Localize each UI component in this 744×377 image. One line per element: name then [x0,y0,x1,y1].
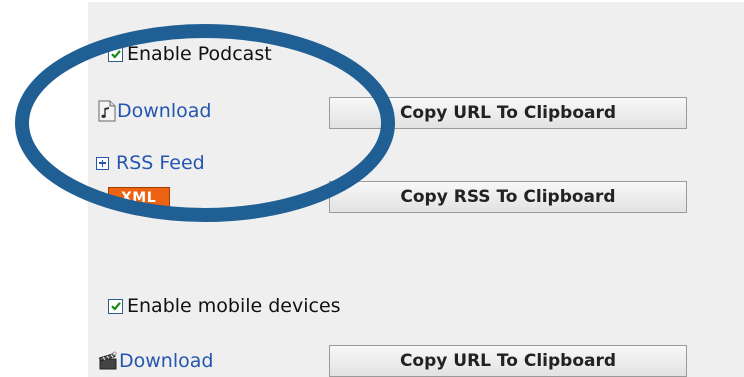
checkmark-icon [110,50,121,59]
podcast-download-link[interactable]: Download [117,100,211,122]
mobile-copy-url-button[interactable]: Copy URL To Clipboard [329,345,687,377]
enable-podcast-checkbox[interactable] [108,46,123,62]
rss-feed-row[interactable]: RSS Feed [96,152,205,174]
mobile-download-row[interactable]: Download [98,350,213,372]
podcast-download-row[interactable]: Download [98,100,211,122]
xml-feed-badge[interactable]: XML [108,187,170,208]
xml-badge-label: XML [121,189,157,206]
enable-podcast-row[interactable]: Enable Podcast [108,43,272,65]
panel-top-divider [88,0,744,2]
rss-feed-link[interactable]: RSS Feed [116,152,205,174]
checkmark-icon [110,302,121,311]
audio-file-icon [98,100,116,122]
copy-rss-button[interactable]: Copy RSS To Clipboard [329,181,687,213]
video-clapper-icon [98,351,117,370]
mobile-download-link[interactable]: Download [119,350,213,372]
enable-mobile-label: Enable mobile devices [127,295,341,317]
enable-mobile-row[interactable]: Enable mobile devices [108,295,341,317]
copy-url-button[interactable]: Copy URL To Clipboard [329,97,687,129]
expand-plus-icon[interactable] [96,156,109,170]
enable-podcast-label: Enable Podcast [127,43,272,65]
enable-mobile-checkbox[interactable] [108,298,123,314]
